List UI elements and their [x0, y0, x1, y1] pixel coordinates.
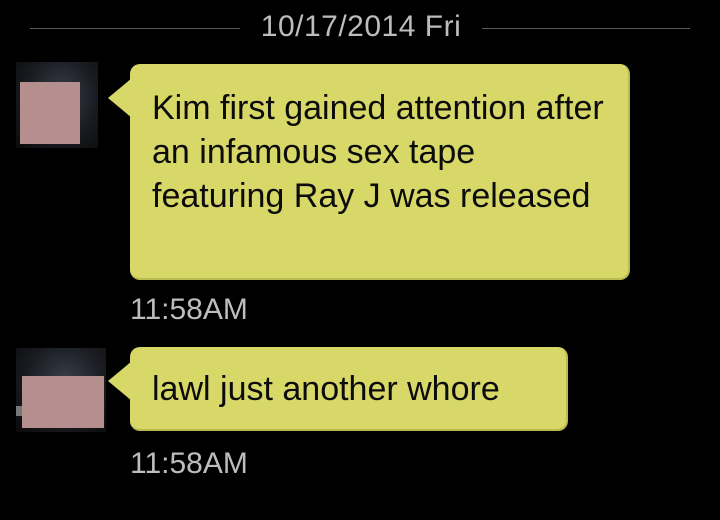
avatar-redaction [20, 82, 80, 144]
avatar-edge-mark [16, 406, 22, 416]
bubble-tail [108, 361, 132, 401]
message-bubble[interactable]: lawl just another whore [108, 347, 568, 431]
message-bubble[interactable]: Kim first gained attention after an infa… [108, 64, 630, 280]
message-timestamp: 11:58AM [130, 293, 248, 326]
conversation-screen: 10/17/2014 Fri Kim first gained attentio… [0, 0, 720, 520]
date-label: 10/17/2014 Fri [260, 10, 462, 43]
avatar-redaction [22, 376, 104, 428]
message-text: lawl just another whore [152, 370, 500, 408]
bubble-tail [108, 78, 132, 118]
sender-avatar[interactable] [16, 348, 106, 432]
date-divider: 10/17/2014 Fri [0, 0, 720, 56]
sender-avatar[interactable] [16, 62, 98, 148]
message-timestamp: 11:58AM [130, 447, 248, 480]
message-text: Kim first gained attention after an infa… [152, 89, 604, 215]
divider-line-left [30, 28, 240, 29]
divider-line-right [482, 28, 690, 29]
